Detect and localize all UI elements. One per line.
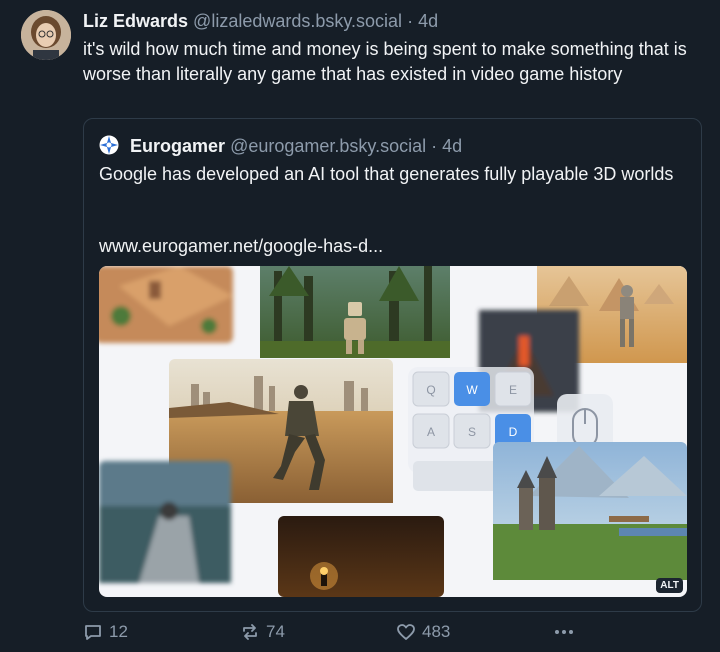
ai-game-worlds-collage: Q W E A S D [99,266,687,597]
eurogamer-logo-icon [99,135,119,155]
reply-icon [85,625,101,640]
quoted-post[interactable]: Eurogamer @eurogamer.bsky.social · 4d Go… [83,118,702,612]
quote-text: Google has developed an AI tool that gen… [99,164,674,184]
quote-author-name[interactable]: Eurogamer [130,136,225,156]
author-avatar[interactable] [21,10,71,60]
quote-header: Eurogamer @eurogamer.bsky.social · 4d [99,135,462,157]
reply-count: 12 [109,622,128,641]
key-w: W [466,383,478,397]
separator-dot: · [431,136,438,156]
repost-count: 74 [266,622,285,641]
quote-image[interactable]: Q W E A S D ALT [99,266,687,597]
more-options-button[interactable] [553,622,575,642]
heart-icon [397,624,415,640]
quote-time[interactable]: 4d [442,136,462,156]
key-s: S [468,425,476,439]
repost-icon [243,624,257,640]
post-text: it's wild how much time and money is bei… [83,39,687,84]
key-d: D [509,425,518,439]
post-time[interactable]: 4d [418,11,438,31]
alt-text-badge[interactable]: ALT [656,578,683,593]
author-name[interactable]: Liz Edwards [83,11,188,31]
quote-link[interactable]: www.eurogamer.net/google-has-d... [99,235,383,257]
author-handle[interactable]: @lizaledwards.bsky.social [193,11,402,31]
like-button[interactable]: 483 [396,622,450,642]
like-count: 483 [422,622,451,641]
reply-button[interactable]: 12 [83,622,128,642]
post[interactable]: Liz Edwards @lizaledwards.bsky.social · … [0,0,720,652]
post-header: Liz Edwards @lizaledwards.bsky.social · … [83,10,438,32]
ellipsis-icon [555,630,573,634]
quote-author-handle[interactable]: @eurogamer.bsky.social [230,136,426,156]
key-a: A [427,425,435,439]
separator-dot: · [407,11,414,31]
repost-button[interactable]: 74 [240,622,285,642]
post-actions: 12 74 483 [0,616,720,648]
key-e: E [509,383,517,397]
key-q: Q [426,383,435,397]
